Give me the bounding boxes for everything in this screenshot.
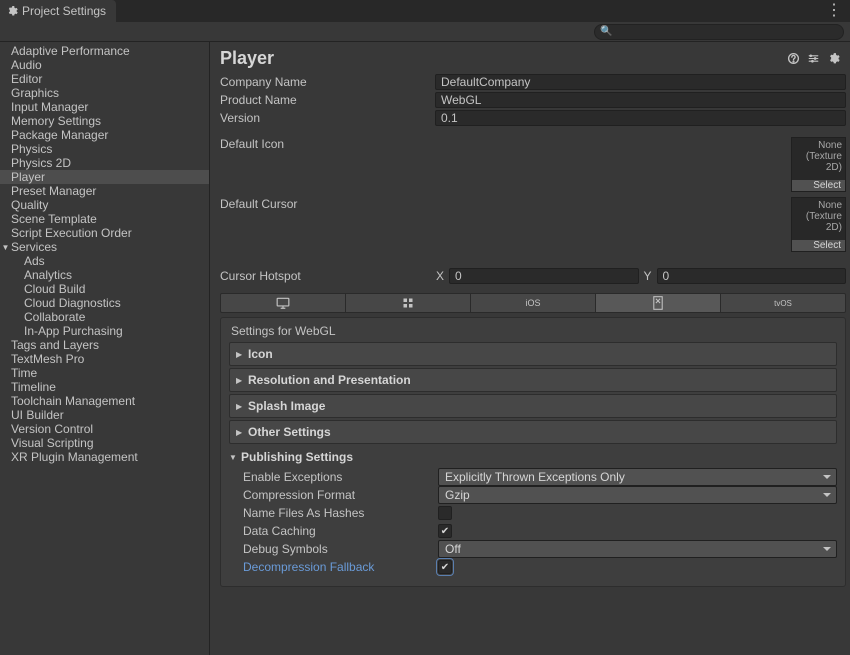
version-field[interactable] [435, 110, 846, 126]
search-icon: 🔍 [600, 26, 612, 37]
window-menu-icon[interactable]: ⋮ [826, 0, 842, 22]
compression-format-label: Compression Format [243, 488, 438, 502]
slot-type-text: (Texture 2D) [806, 151, 842, 173]
sidebar-item-physics-2d[interactable]: Physics 2D [0, 156, 209, 170]
presets-icon[interactable] [806, 52, 820, 66]
window-tab[interactable]: Project Settings [0, 0, 116, 22]
platform-settings-panel: Settings for WebGL ▶ Icon ▶ Resolution a… [220, 317, 846, 587]
page-title: Player [220, 48, 786, 69]
publishing-settings-section[interactable]: ▼ Publishing Settings [229, 446, 837, 466]
version-label: Version [220, 111, 435, 125]
sidebar-item-memory-settings[interactable]: Memory Settings [0, 114, 209, 128]
enable-exceptions-dropdown[interactable]: Explicitly Thrown Exceptions Only [438, 468, 837, 486]
sidebar-item-analytics[interactable]: Analytics [0, 268, 209, 282]
chevron-right-icon: ▶ [236, 376, 244, 385]
hotspot-x-field[interactable] [449, 268, 639, 284]
title-bar: Project Settings ⋮ [0, 0, 850, 22]
sidebar-item-collaborate[interactable]: Collaborate [0, 310, 209, 324]
compression-format-dropdown[interactable]: Gzip [438, 486, 837, 504]
chevron-down-icon: ▼ [229, 453, 237, 462]
hotspot-y-field[interactable] [657, 268, 847, 284]
settings-for-label: Settings for WebGL [229, 324, 837, 338]
settings-sidebar: Adaptive PerformanceAudioEditorGraphicsI… [0, 42, 210, 655]
chevron-right-icon: ▶ [236, 402, 244, 411]
window-title: Project Settings [22, 4, 106, 18]
search-input[interactable]: 🔍 [594, 24, 844, 40]
debug-symbols-label: Debug Symbols [243, 542, 438, 556]
name-files-as-hashes-checkbox[interactable] [438, 506, 452, 520]
sidebar-item-editor[interactable]: Editor [0, 72, 209, 86]
sidebar-item-script-execution-order[interactable]: Script Execution Order [0, 226, 209, 240]
decompression-fallback-checkbox[interactable]: ✔ [438, 560, 452, 574]
sidebar-item-ui-builder[interactable]: UI Builder [0, 408, 209, 422]
sidebar-item-player[interactable]: Player [0, 170, 209, 184]
sidebar-item-visual-scripting[interactable]: Visual Scripting [0, 436, 209, 450]
decompression-fallback-label: Decompression Fallback [243, 560, 438, 574]
platform-tab-webgl[interactable] [596, 294, 721, 312]
cursor-hotspot-label: Cursor Hotspot [220, 269, 435, 283]
gear-icon[interactable] [826, 52, 840, 66]
sidebar-item-cloud-build[interactable]: Cloud Build [0, 282, 209, 296]
gear-icon [6, 5, 18, 17]
platform-tab-desktop[interactable] [221, 294, 346, 312]
sidebar-item-input-manager[interactable]: Input Manager [0, 100, 209, 114]
sidebar-item-toolchain-management[interactable]: Toolchain Management [0, 394, 209, 408]
name-files-as-hashes-label: Name Files As Hashes [243, 506, 438, 520]
default-icon-slot[interactable]: None (Texture 2D) Select [791, 137, 846, 192]
company-name-label: Company Name [220, 75, 435, 89]
default-cursor-slot[interactable]: None (Texture 2D) Select [791, 197, 846, 252]
slot-none-text: None [818, 140, 842, 151]
sidebar-item-services[interactable]: ▼Services [0, 240, 209, 254]
platform-tab-handheld[interactable] [346, 294, 471, 312]
sidebar-item-package-manager[interactable]: Package Manager [0, 128, 209, 142]
sidebar-item-xr-plugin-management[interactable]: XR Plugin Management [0, 450, 209, 464]
platform-tab-tvOS[interactable]: tvOS [721, 294, 845, 312]
x-label: X [435, 269, 445, 283]
product-name-field[interactable] [435, 92, 846, 108]
default-icon-label: Default Icon [220, 137, 435, 151]
icon-section[interactable]: ▶ Icon [229, 342, 837, 366]
debug-symbols-dropdown[interactable]: Off [438, 540, 837, 558]
y-label: Y [643, 269, 653, 283]
sidebar-item-version-control[interactable]: Version Control [0, 422, 209, 436]
splash-section[interactable]: ▶ Splash Image [229, 394, 837, 418]
sidebar-item-preset-manager[interactable]: Preset Manager [0, 184, 209, 198]
other-settings-section[interactable]: ▶ Other Settings [229, 420, 837, 444]
chevron-down-icon: ▼ [0, 243, 11, 252]
sidebar-item-adaptive-performance[interactable]: Adaptive Performance [0, 44, 209, 58]
platform-tabs: iOS tvOS [220, 293, 846, 313]
sidebar-item-in-app-purchasing[interactable]: In-App Purchasing [0, 324, 209, 338]
toolbar: 🔍 [0, 22, 850, 42]
chevron-right-icon: ▶ [236, 428, 244, 437]
default-cursor-label: Default Cursor [220, 197, 435, 211]
sidebar-item-ads[interactable]: Ads [0, 254, 209, 268]
sidebar-item-physics[interactable]: Physics [0, 142, 209, 156]
product-name-label: Product Name [220, 93, 435, 107]
sidebar-item-scene-template[interactable]: Scene Template [0, 212, 209, 226]
data-caching-label: Data Caching [243, 524, 438, 538]
company-name-field[interactable] [435, 74, 846, 90]
sidebar-item-graphics[interactable]: Graphics [0, 86, 209, 100]
help-icon[interactable] [786, 52, 800, 66]
sidebar-item-cloud-diagnostics[interactable]: Cloud Diagnostics [0, 296, 209, 310]
sidebar-item-audio[interactable]: Audio [0, 58, 209, 72]
sidebar-item-timeline[interactable]: Timeline [0, 380, 209, 394]
platform-tab-iOS[interactable]: iOS [471, 294, 596, 312]
sidebar-item-time[interactable]: Time [0, 366, 209, 380]
select-cursor-button[interactable]: Select [792, 240, 845, 251]
sidebar-item-quality[interactable]: Quality [0, 198, 209, 212]
settings-content: Player Company Name Product Name [210, 42, 850, 655]
data-caching-checkbox[interactable]: ✔ [438, 524, 452, 538]
sidebar-item-textmesh-pro[interactable]: TextMesh Pro [0, 352, 209, 366]
enable-exceptions-label: Enable Exceptions [243, 470, 438, 484]
sidebar-item-tags-and-layers[interactable]: Tags and Layers [0, 338, 209, 352]
chevron-right-icon: ▶ [236, 350, 244, 359]
resolution-section[interactable]: ▶ Resolution and Presentation [229, 368, 837, 392]
select-icon-button[interactable]: Select [792, 180, 845, 191]
